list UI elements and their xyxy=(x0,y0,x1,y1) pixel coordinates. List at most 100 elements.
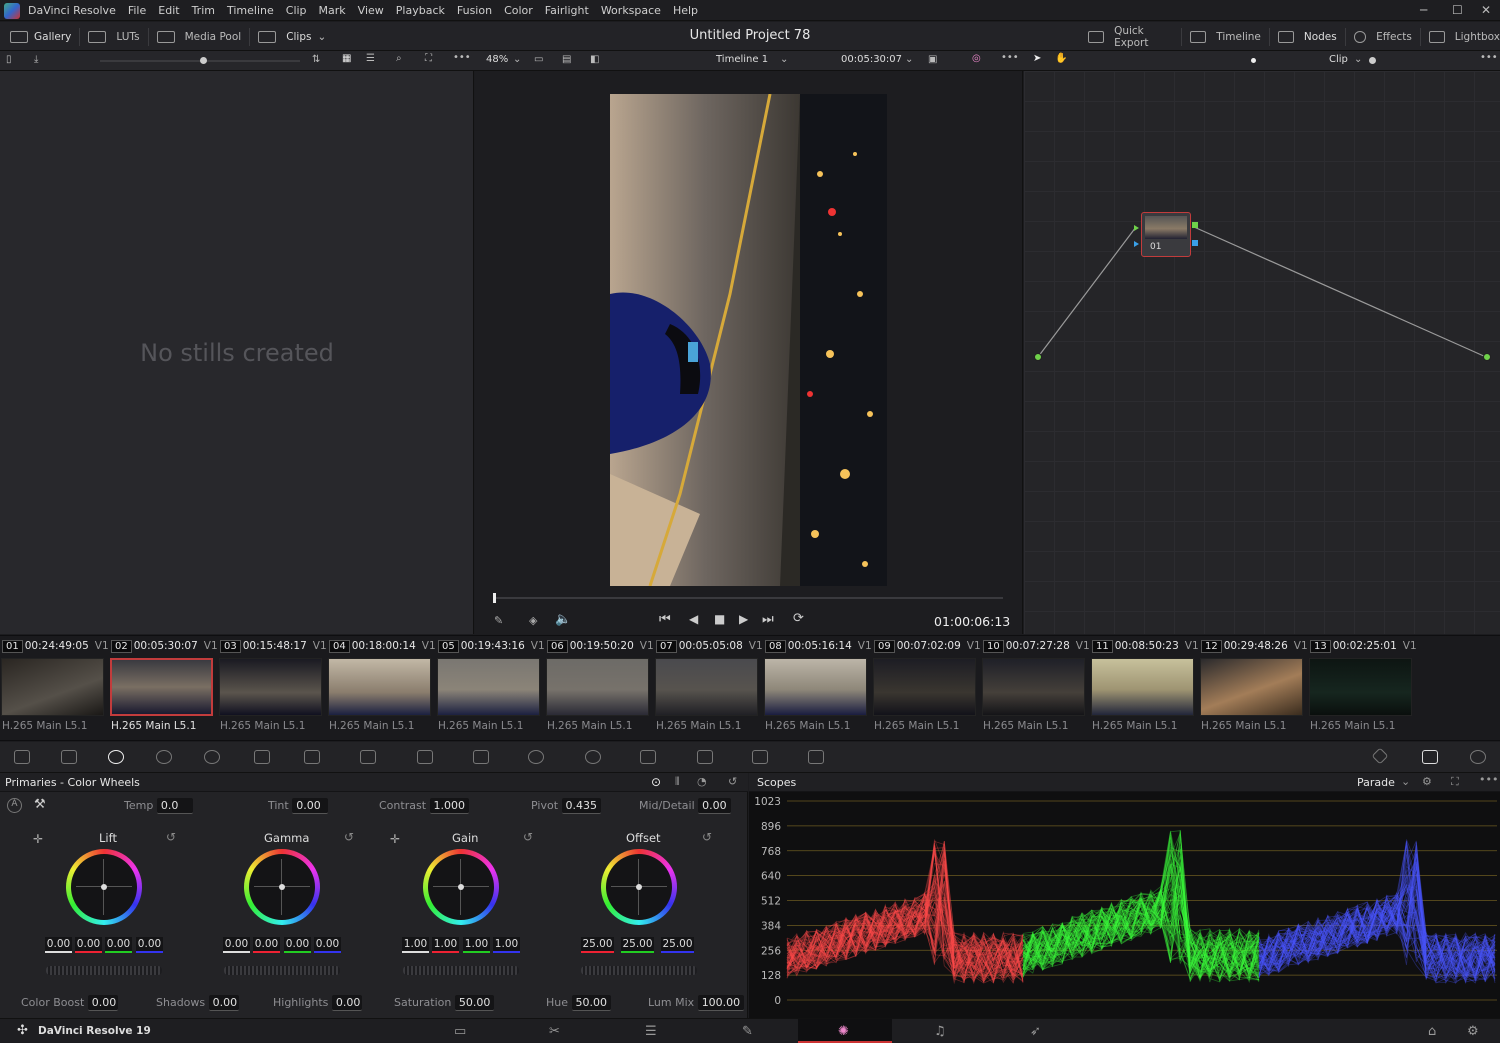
node-rgb-input[interactable] xyxy=(1134,225,1139,231)
menu-fairlight[interactable]: Fairlight xyxy=(545,4,589,17)
volume-icon[interactable]: 🔈 xyxy=(555,612,571,627)
menu-workspace[interactable]: Workspace xyxy=(601,4,661,17)
offset-r-value[interactable]: 25.00 xyxy=(581,937,614,953)
gamma-r-value[interactable]: 0.00 xyxy=(253,937,280,953)
qualifier-icon[interactable] xyxy=(417,750,433,764)
shadows-field[interactable]: 0.00 xyxy=(208,995,239,1011)
tracker-icon[interactable] xyxy=(585,750,601,764)
clip-thumbnail[interactable] xyxy=(1091,658,1194,716)
crosshair-icon[interactable]: ✛ xyxy=(33,832,43,846)
clip-item[interactable]: 06 00:19:50:20 V1 H.265 Main L5.1 xyxy=(545,636,654,736)
clip-thumbnail[interactable] xyxy=(764,658,867,716)
clip-thumbnail[interactable] xyxy=(328,658,431,716)
gamma-y-value[interactable]: 0.00 xyxy=(223,937,250,953)
menu-view[interactable]: View xyxy=(358,4,384,17)
color-boost-field[interactable]: 0.00 xyxy=(87,995,118,1011)
timeline-select[interactable]: Timeline 1 xyxy=(716,54,768,65)
motion-effects-icon[interactable] xyxy=(254,750,270,764)
expand-icon[interactable]: ⛶ xyxy=(1451,775,1459,789)
color-wheels-icon[interactable] xyxy=(108,750,124,764)
scope-mode-select[interactable]: Parade xyxy=(1357,776,1395,789)
source-input-node[interactable] xyxy=(1034,353,1042,361)
menu-help[interactable]: Help xyxy=(673,4,698,17)
lum-mix-field[interactable]: 100.00 xyxy=(697,995,745,1011)
clip-item[interactable]: 04 00:18:00:14 V1 H.265 Main L5.1 xyxy=(327,636,436,736)
hdr-icon[interactable]: ▣ xyxy=(928,54,937,65)
offset-master-wheel[interactable] xyxy=(581,966,697,975)
hue-field[interactable]: 50.00 xyxy=(571,995,612,1011)
reset-icon[interactable]: ↺ xyxy=(702,830,712,844)
lift-r-value[interactable]: 0.00 xyxy=(75,937,102,953)
chevron-down-icon[interactable]: ⌄ xyxy=(780,54,788,65)
reset-icon[interactable]: ↺ xyxy=(728,775,737,788)
auto-color-icon[interactable]: ⚒ xyxy=(34,797,46,812)
scopes-icon[interactable] xyxy=(1422,750,1438,764)
more-options-icon[interactable]: ••• xyxy=(453,52,471,63)
clip-thumbnail[interactable] xyxy=(219,658,322,716)
menu-fusion[interactable]: Fusion xyxy=(457,4,492,17)
maximize-icon[interactable]: ☐ xyxy=(1452,3,1463,17)
chevron-down-icon[interactable]: ⌄ xyxy=(1354,54,1362,65)
clip-item[interactable]: 03 00:15:48:17 V1 H.265 Main L5.1 xyxy=(218,636,327,736)
lift-wheel[interactable] xyxy=(66,849,142,925)
skip-to-start-icon[interactable]: ⏮ xyxy=(659,612,671,627)
offset-b-value[interactable]: 25.00 xyxy=(661,937,694,953)
temp-field[interactable]: 0.0 xyxy=(156,798,193,814)
play-reverse-icon[interactable]: ◀ xyxy=(689,612,698,626)
media-page-icon[interactable]: ▭ xyxy=(454,1024,466,1039)
bars-mode-icon[interactable]: ⫴ xyxy=(675,775,680,789)
chevron-down-icon[interactable]: ⌄ xyxy=(905,54,913,65)
lift-g-value[interactable]: 0.00 xyxy=(105,937,132,953)
mid-detail-field[interactable]: 0.00 xyxy=(698,798,731,814)
clip-item[interactable]: 13 00:02:25:01 V1 H.265 Main L5.1 xyxy=(1308,636,1417,736)
menu-trim[interactable]: Trim xyxy=(192,4,215,17)
panel-toggle-icon[interactable]: ▯ xyxy=(6,54,12,65)
clips-button[interactable]: Clips xyxy=(286,31,311,43)
clip-thumbnail[interactable] xyxy=(873,658,976,716)
chevron-down-icon[interactable]: ⌄ xyxy=(513,54,521,65)
clip-item[interactable]: 05 00:19:43:16 V1 H.265 Main L5.1 xyxy=(436,636,545,736)
wheels-mode-icon[interactable]: ⊙ xyxy=(651,775,661,789)
pointer-icon[interactable]: ➤ xyxy=(1033,53,1041,64)
home-icon[interactable]: ⌂ xyxy=(1428,1024,1436,1039)
blur-icon[interactable] xyxy=(697,750,713,764)
node-rgb-output[interactable] xyxy=(1192,222,1198,228)
node-key-input[interactable] xyxy=(1134,241,1139,247)
clip-item[interactable]: 10 00:07:27:28 V1 H.265 Main L5.1 xyxy=(981,636,1090,736)
grid-view-icon[interactable]: ▦ xyxy=(342,53,351,64)
reset-icon[interactable]: ↺ xyxy=(344,830,354,844)
crosshair-icon[interactable]: ✛ xyxy=(390,832,400,846)
menu-file[interactable]: File xyxy=(128,4,146,17)
fusion-page-icon[interactable]: ✎ xyxy=(742,1024,753,1039)
clip-thumbnail[interactable] xyxy=(546,658,649,716)
clip-item[interactable]: 08 00:05:16:14 V1 H.265 Main L5.1 xyxy=(763,636,872,736)
more-options-icon[interactable]: ••• xyxy=(1480,52,1498,63)
close-icon[interactable]: ✕ xyxy=(1481,3,1491,17)
pivot-field[interactable]: 0.435 xyxy=(561,798,602,814)
gain-g-value[interactable]: 1.00 xyxy=(463,937,490,953)
nodes-button[interactable]: Nodes xyxy=(1304,31,1337,43)
info-icon[interactable] xyxy=(1470,750,1486,764)
reset-icon[interactable]: ↺ xyxy=(166,830,176,844)
gallery-button[interactable]: Gallery xyxy=(34,31,71,43)
menu-clip[interactable]: Clip xyxy=(286,4,307,17)
highlights-field[interactable]: 0.00 xyxy=(331,995,362,1011)
chevron-down-icon[interactable]: ⌄ xyxy=(318,31,327,43)
window-icon[interactable] xyxy=(528,750,544,764)
tint-field[interactable]: 0.00 xyxy=(292,798,329,814)
timeline-button[interactable]: Timeline xyxy=(1216,31,1261,43)
reset-icon[interactable]: ↺ xyxy=(523,830,533,844)
clip-thumbnail[interactable] xyxy=(655,658,758,716)
more-options-icon[interactable]: ••• xyxy=(1479,773,1498,786)
clip-item[interactable]: 09 00:07:02:09 V1 H.265 Main L5.1 xyxy=(872,636,981,736)
saturation-field[interactable]: 50.00 xyxy=(454,995,495,1011)
settings-gear-icon[interactable]: ⚙ xyxy=(1467,1024,1479,1039)
clip-thumbnail[interactable] xyxy=(1309,658,1412,716)
lift-b-value[interactable]: 0.00 xyxy=(136,937,163,953)
color-picker-icon[interactable]: ✎ xyxy=(494,614,503,627)
skip-to-end-icon[interactable]: ⏭ xyxy=(762,612,774,627)
log-mode-icon[interactable]: ◔ xyxy=(697,775,707,788)
scrubber-track[interactable] xyxy=(493,597,1003,599)
camera-raw-icon[interactable] xyxy=(14,750,30,764)
loop-icon[interactable]: ⟳ xyxy=(793,611,804,626)
